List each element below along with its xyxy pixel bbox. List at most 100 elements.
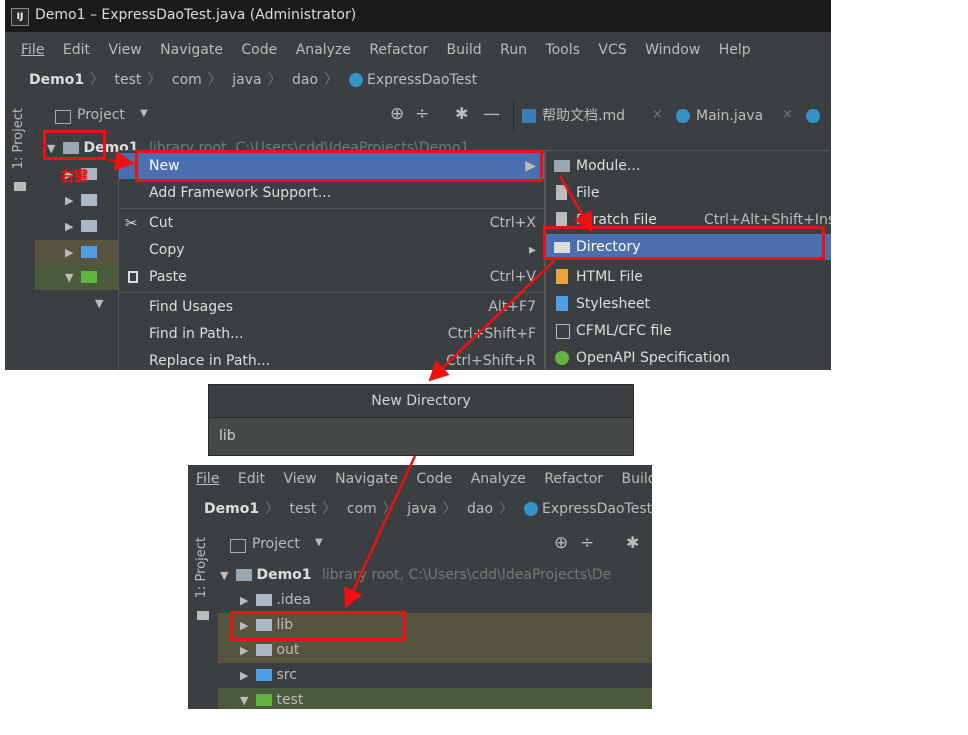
menu-view[interactable]: View xyxy=(108,42,141,58)
menu-item-paste[interactable]: Paste Ctrl+V xyxy=(119,264,544,290)
menu-analyze[interactable]: Analyze xyxy=(296,42,351,58)
project-view-label[interactable]: Project xyxy=(252,536,300,552)
menu-item-label: File xyxy=(576,185,600,201)
gear-icon[interactable]: ✱ xyxy=(626,533,639,552)
menu-window[interactable]: Window xyxy=(645,42,700,58)
tree-item-test[interactable]: ▼ test xyxy=(240,688,303,709)
menu-vcs[interactable]: VCS xyxy=(598,42,626,58)
menu-bar: File Edit View Navigate Code Analyze Ref… xyxy=(5,36,831,64)
menu-item-label: Find Usages xyxy=(149,299,234,315)
crumb-test[interactable]: test xyxy=(115,72,142,88)
menu-view[interactable]: View xyxy=(283,471,316,487)
side-tab-project[interactable]: 1: Project xyxy=(11,108,26,169)
menu-build[interactable]: Build xyxy=(447,42,482,58)
editor-tabs: 帮助文档.md × Main.java × xyxy=(513,100,831,132)
menu-code[interactable]: Code xyxy=(416,471,452,487)
crumb-dao[interactable]: dao xyxy=(292,72,318,88)
menu-refactor[interactable]: Refactor xyxy=(544,471,603,487)
submenu-item-cfml[interactable]: CFML/CFC file xyxy=(546,318,831,344)
menu-item-shortcut: Ctrl+X xyxy=(489,215,536,231)
menu-navigate[interactable]: Navigate xyxy=(335,471,398,487)
side-tab-project[interactable]: 1: Project xyxy=(194,537,209,598)
menu-navigate[interactable]: Navigate xyxy=(160,42,223,58)
crumb-com[interactable]: com xyxy=(347,501,377,517)
tree-item-idea[interactable]: ▶ .idea xyxy=(240,588,311,613)
menu-code[interactable]: Code xyxy=(241,42,277,58)
menu-item-label: CFML/CFC file xyxy=(576,323,672,339)
tree-root-label: Demo1 xyxy=(256,567,312,583)
locate-icon[interactable]: ⊕ xyxy=(554,533,568,553)
crumb-java[interactable]: java xyxy=(407,501,436,517)
chevron-down-icon[interactable]: ▼ xyxy=(140,108,148,119)
submenu-item-openapi[interactable]: OpenAPI Specification xyxy=(546,345,831,370)
tree-root-row[interactable]: ▼ Demo1 library root, C:\Users\cdd\IdeaP… xyxy=(220,563,611,588)
submenu-item-module[interactable]: Module... xyxy=(546,153,831,179)
tree-row: ▼ xyxy=(65,265,97,290)
submenu-item-html-file[interactable]: HTML File xyxy=(546,264,831,290)
menu-analyze[interactable]: Analyze xyxy=(471,471,526,487)
directory-name-input[interactable]: lib xyxy=(209,418,633,455)
tree-item-src[interactable]: ▶ src xyxy=(240,663,297,688)
locate-icon[interactable]: ⊕ xyxy=(390,104,404,124)
submenu-item-stylesheet[interactable]: Stylesheet xyxy=(546,291,831,317)
gear-icon[interactable]: ✱ xyxy=(455,104,468,123)
menu-tools[interactable]: Tools xyxy=(545,42,580,58)
hide-icon[interactable]: — xyxy=(483,104,500,124)
submenu-item-file[interactable]: File xyxy=(546,180,831,206)
folder-icon xyxy=(81,271,97,283)
menu-edit[interactable]: Edit xyxy=(63,42,90,58)
intellij-logo-icon: IJ xyxy=(11,8,29,26)
menu-item-label: Cut xyxy=(149,215,174,231)
menu-file[interactable]: File xyxy=(21,42,44,58)
crumb-java[interactable]: java xyxy=(232,72,261,88)
crumb-com[interactable]: com xyxy=(172,72,202,88)
menu-item-find-usages[interactable]: Find Usages Alt+F7 xyxy=(119,294,544,320)
project-view-label[interactable]: Project xyxy=(77,107,125,123)
tree-item-label: .idea xyxy=(276,592,311,608)
highlight-box-new xyxy=(135,150,543,182)
side-tool-strip: 1: Project xyxy=(188,529,219,709)
crumb-test[interactable]: test xyxy=(290,501,317,517)
folder-icon xyxy=(256,669,272,681)
openapi-icon xyxy=(555,351,569,365)
chevron-down-icon[interactable]: ▼ xyxy=(315,537,323,548)
clipboard-icon xyxy=(128,271,138,283)
crumb-dao[interactable]: dao xyxy=(467,501,493,517)
tree-item-out[interactable]: ▶ out xyxy=(240,638,299,663)
html-file-icon xyxy=(556,269,568,284)
menu-item-cut[interactable]: ✂ Cut Ctrl+X xyxy=(119,210,544,236)
menu-refactor[interactable]: Refactor xyxy=(369,42,428,58)
class-tab-icon xyxy=(806,109,820,123)
menu-item-add-framework[interactable]: Add Framework Support... xyxy=(119,180,544,206)
menu-item-label: Paste xyxy=(149,269,187,285)
scratch-file-icon xyxy=(556,212,567,227)
project-toolbar: Project ▼ ⊕ ÷ ✱ xyxy=(218,529,652,561)
tab-help-doc[interactable]: 帮助文档.md xyxy=(542,100,625,132)
menu-item-find-in-path[interactable]: Find in Path... Ctrl+Shift+F xyxy=(119,321,544,347)
menu-item-replace-in-path[interactable]: Replace in Path... Ctrl+Shift+R xyxy=(119,348,544,370)
class-icon xyxy=(523,502,538,516)
menu-bar: File Edit View Navigate Code Analyze Ref… xyxy=(188,465,652,493)
crumb-project[interactable]: Demo1 xyxy=(204,501,259,517)
menu-help[interactable]: Help xyxy=(719,42,751,58)
new-submenu: Module... File Scratch File Ctrl+Alt+Shi… xyxy=(545,150,831,370)
collapse-icon[interactable]: ÷ xyxy=(415,104,429,124)
project-toolbar: Project ▼ ⊕ ÷ ✱ — 帮助文档.md × Main.java × xyxy=(35,100,831,132)
menu-run[interactable]: Run xyxy=(500,42,527,58)
folder-icon xyxy=(256,644,272,656)
menu-edit[interactable]: Edit xyxy=(238,471,265,487)
md-file-icon xyxy=(522,109,536,123)
menu-item-copy[interactable]: Copy ▸ xyxy=(119,237,544,263)
collapse-icon[interactable]: ÷ xyxy=(580,533,594,553)
crumb-class[interactable]: ExpressDaoTest xyxy=(542,501,652,517)
close-icon[interactable]: × xyxy=(652,107,663,122)
menu-file[interactable]: File xyxy=(196,471,219,487)
close-icon[interactable]: × xyxy=(782,107,793,122)
tab-main-java[interactable]: Main.java xyxy=(696,100,763,132)
folder-icon xyxy=(256,594,272,606)
menu-item-label: Copy xyxy=(149,242,185,258)
ide-window-top: IJ Demo1 – ExpressDaoTest.java (Administ… xyxy=(5,0,831,370)
crumb-project[interactable]: Demo1 xyxy=(29,72,84,88)
crumb-class[interactable]: ExpressDaoTest xyxy=(367,72,477,88)
menu-build[interactable]: Build xyxy=(622,471,652,487)
